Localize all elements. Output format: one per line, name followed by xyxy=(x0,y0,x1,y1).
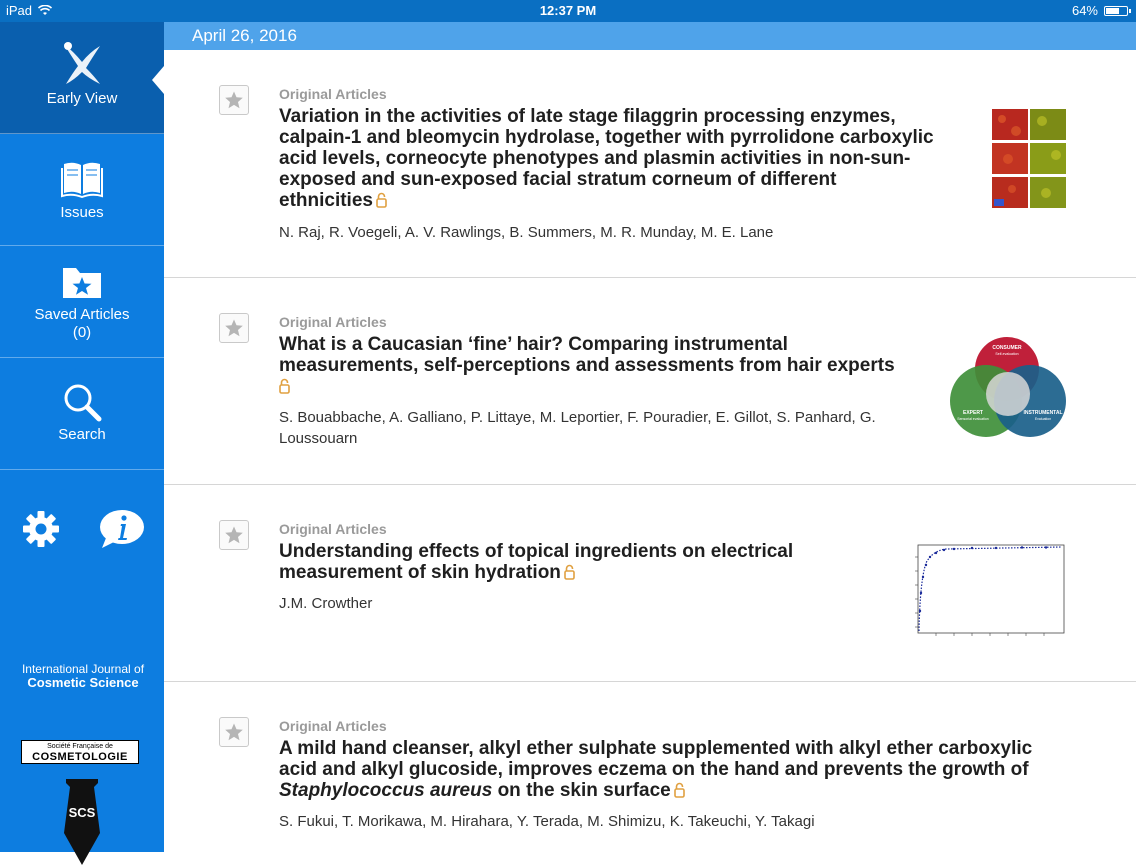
article-item[interactable]: Original Articles Variation in the activ… xyxy=(164,50,1136,278)
article-title[interactable]: What is a Caucasian ‘fine’ hair? Compari… xyxy=(279,334,939,397)
open-access-lock-icon xyxy=(673,782,685,798)
clock: 12:37 PM xyxy=(539,3,597,18)
venn-right-sub: Evaluation xyxy=(1035,417,1051,421)
article-item[interactable]: Original Articles What is a Caucasian ‘f… xyxy=(164,278,1136,485)
sidebar: Early View Issues Saved Articles (0) Sea… xyxy=(0,22,164,865)
sfc-line1: Société Française de xyxy=(47,743,113,750)
title-line: measurement of skin hydration xyxy=(279,562,561,583)
title-line: acid levels, corneocyte phenotypes and p… xyxy=(279,148,911,169)
journal-name: International Journal of Cosmetic Scienc… xyxy=(8,662,158,690)
search-icon xyxy=(64,384,102,422)
sidebar-item-search[interactable]: Search xyxy=(0,358,164,470)
open-access-lock-icon xyxy=(376,192,387,208)
favorite-button[interactable] xyxy=(219,717,249,747)
sidebar-item-label: Early View xyxy=(46,90,118,107)
active-pointer xyxy=(152,66,164,94)
journal-line2: Cosmetic Science xyxy=(27,675,139,690)
article-category: Original Articles xyxy=(279,718,387,734)
venn-right-label: INSTRUMENTAL xyxy=(1023,410,1062,416)
sidebar-item-early-view[interactable]: Early View xyxy=(0,22,164,134)
article-item[interactable]: Original Articles Understanding effects … xyxy=(164,485,1136,682)
title-line: calpain-1 and bleomycin hydrolase, toget… xyxy=(279,127,934,148)
battery-icon xyxy=(1104,5,1131,16)
title-line: acid and alkyl glucoside, improves eczem… xyxy=(279,759,1029,780)
status-bar: iPad 12:37 PM 64% xyxy=(0,0,1136,22)
star-icon xyxy=(225,319,243,337)
article-item[interactable]: Original Articles A mild hand cleanser, … xyxy=(164,682,1136,852)
sidebar-item-saved-articles[interactable]: Saved Articles (0) xyxy=(0,246,164,358)
scs-logo: SCS xyxy=(64,779,100,865)
title-line-last: measurement of skin hydration xyxy=(279,562,919,583)
book-icon xyxy=(61,162,103,199)
sfc-line2: COSMETOLOGIE xyxy=(32,751,128,763)
title-line: What is a Caucasian ‘fine’ hair? Compari… xyxy=(279,334,788,355)
title-line-last: Staphylococcus aureus on the skin surfac… xyxy=(279,780,1099,801)
sidebar-item-label: Issues xyxy=(60,204,104,221)
folder-star-icon xyxy=(63,268,101,298)
author-line: S. Bouabbache, A. Galliano, P. Littaye, … xyxy=(279,409,876,426)
star-icon xyxy=(225,723,243,741)
title-line: Variation in the activities of late stag… xyxy=(279,106,896,127)
gear-icon[interactable] xyxy=(22,510,60,548)
sidebar-item-label: Saved Articles xyxy=(34,306,130,323)
title-line: ethnicities xyxy=(279,190,373,211)
article-authors: N. Raj, R. Voegeli, A. V. Rawlings, B. S… xyxy=(279,224,774,241)
battery-percent: 64% xyxy=(1071,3,1098,18)
article-thumbnail[interactable] xyxy=(980,107,1068,211)
article-category: Original Articles xyxy=(279,86,387,102)
favorite-button[interactable] xyxy=(219,520,249,550)
title-line: measurements, self-perceptions and asses… xyxy=(279,355,895,376)
favorite-button[interactable] xyxy=(219,313,249,343)
venn-left-label: EXPERT xyxy=(963,410,983,416)
article-title[interactable]: Variation in the activities of late stag… xyxy=(279,106,979,211)
journal-line1: International Journal of xyxy=(21,662,145,676)
sfc-logo: Société Française de COSMETOLOGIE xyxy=(21,740,139,764)
title-line: exposed and sun-exposed facial stratum c… xyxy=(279,169,837,190)
article-category: Original Articles xyxy=(279,521,387,537)
article-authors: S. Fukui, T. Morikawa, M. Hirahara, Y. T… xyxy=(279,813,815,830)
star-icon xyxy=(225,91,243,109)
title-line-last xyxy=(279,376,939,397)
venn-left-sub: Sensorial evaluation xyxy=(957,417,989,421)
sidebar-item-label: Search xyxy=(58,426,106,443)
scs-text: SCS xyxy=(69,805,96,820)
article-authors: S. Bouabbache, A. Galliano, P. Littaye, … xyxy=(279,407,919,449)
article-authors: J.M. Crowther xyxy=(279,595,373,612)
venn-top-label: CONSUMER xyxy=(992,345,1022,351)
article-title[interactable]: A mild hand cleanser, alkyl ether sulpha… xyxy=(279,738,1099,801)
star-icon xyxy=(225,526,243,544)
date-header: April 26, 2016 xyxy=(164,22,1136,50)
title-line: on the skin surface xyxy=(492,780,671,801)
open-access-lock-icon xyxy=(564,564,575,580)
article-title[interactable]: Understanding effects of topical ingredi… xyxy=(279,541,919,583)
sidebar-tools xyxy=(0,500,164,560)
author-line: Loussouarn xyxy=(279,430,358,447)
venn-top-sub: Self-evaluation xyxy=(995,352,1018,356)
article-category: Original Articles xyxy=(279,314,387,330)
title-italic: Staphylococcus aureus xyxy=(279,780,493,801)
title-line: A mild hand cleanser, alkyl ether sulpha… xyxy=(279,738,1033,759)
favorite-button[interactable] xyxy=(219,85,249,115)
early-view-logo-icon xyxy=(64,42,100,84)
saved-count: (0) xyxy=(72,324,92,341)
title-line: Understanding effects of topical ingredi… xyxy=(279,541,794,562)
open-access-lock-icon xyxy=(279,378,290,394)
article-thumbnail[interactable]: CONSUMER Self-evaluation EXPERT Sensoria… xyxy=(946,336,1068,438)
info-icon[interactable] xyxy=(98,508,146,550)
title-line-last: ethnicities xyxy=(279,190,979,211)
battery-fill xyxy=(1106,7,1119,14)
sidebar-item-issues[interactable]: Issues xyxy=(0,134,164,246)
article-thumbnail[interactable] xyxy=(896,541,1068,645)
